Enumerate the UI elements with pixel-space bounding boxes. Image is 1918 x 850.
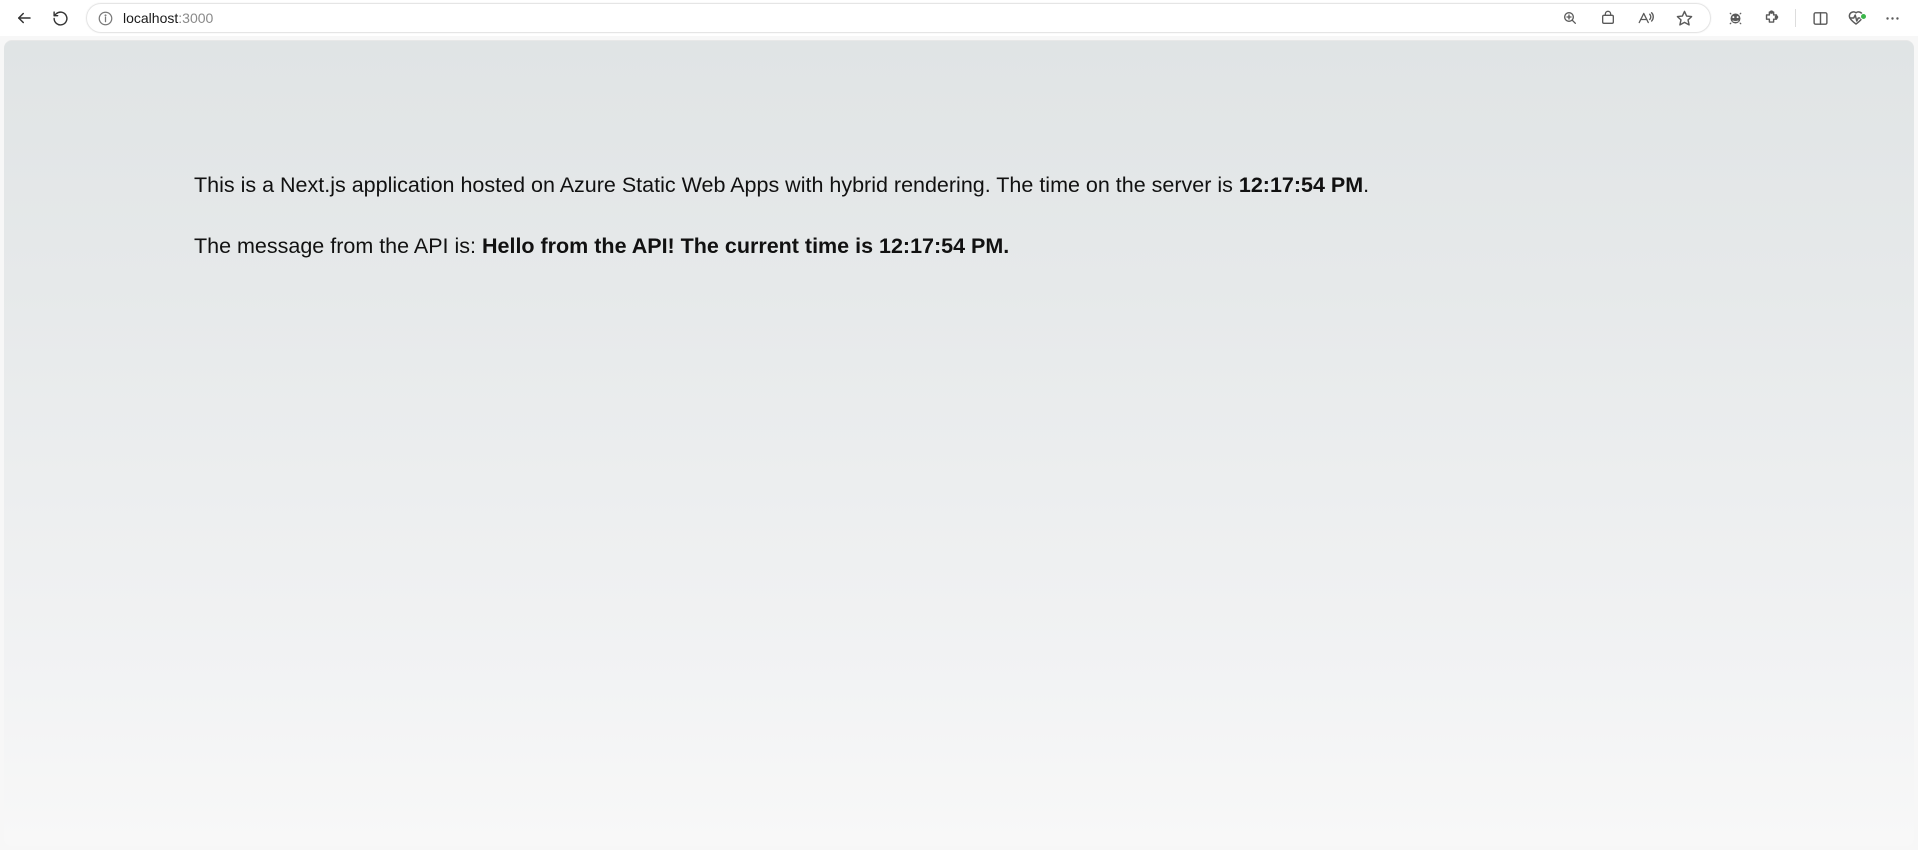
site-info-icon[interactable] <box>97 10 113 26</box>
split-screen-icon[interactable] <box>1808 6 1832 30</box>
api-message-paragraph: The message from the API is: Hello from … <box>194 232 1724 261</box>
extension-icon-1[interactable] <box>1723 6 1747 30</box>
url-host: localhost <box>123 10 178 26</box>
page-content: This is a Next.js application hosted on … <box>194 171 1724 261</box>
zoom-icon[interactable] <box>1558 6 1582 30</box>
browser-toolbar: localhost:3000 <box>0 0 1918 36</box>
server-time-paragraph: This is a Next.js application hosted on … <box>194 171 1724 200</box>
toolbar-extensions <box>1723 6 1908 30</box>
url-text[interactable]: localhost:3000 <box>123 10 1548 26</box>
more-menu-icon[interactable] <box>1880 6 1904 30</box>
shopping-icon[interactable] <box>1596 6 1620 30</box>
page-viewport: This is a Next.js application hosted on … <box>4 40 1914 846</box>
server-time-prefix: This is a Next.js application hosted on … <box>194 173 1239 197</box>
favorite-icon[interactable] <box>1672 6 1696 30</box>
toolbar-separator <box>1795 9 1796 27</box>
read-aloud-icon[interactable] <box>1634 6 1658 30</box>
url-port: :3000 <box>178 10 213 26</box>
server-time-value: 12:17:54 PM <box>1239 173 1363 197</box>
extensions-icon[interactable] <box>1759 6 1783 30</box>
server-time-suffix: . <box>1363 173 1369 197</box>
health-icon[interactable] <box>1844 6 1868 30</box>
api-message-prefix: The message from the API is: <box>194 234 482 258</box>
address-bar[interactable]: localhost:3000 <box>86 3 1711 33</box>
back-button[interactable] <box>10 4 38 32</box>
address-bar-actions <box>1558 6 1700 30</box>
refresh-button[interactable] <box>46 4 74 32</box>
api-message-value: Hello from the API! The current time is … <box>482 234 1009 258</box>
